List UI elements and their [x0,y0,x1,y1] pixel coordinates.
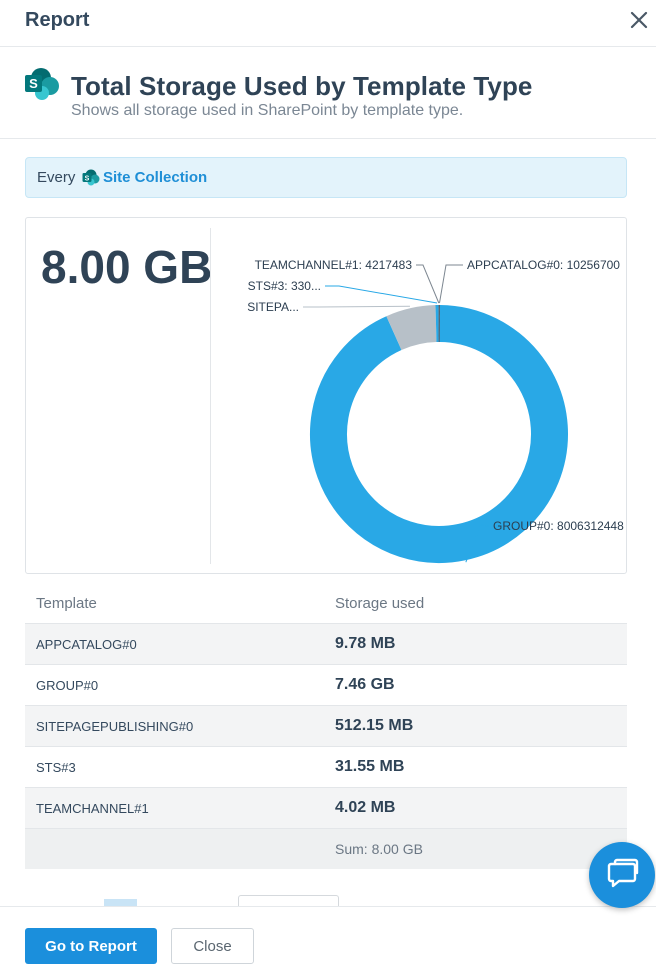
column-header-storage: Storage used [335,595,425,612]
svg-text:S: S [85,175,90,182]
data-label: TEAMCHANNEL#1: 4217483 [255,258,413,272]
donut-slice-group-0 [310,305,568,563]
sum-value: Sum: 8.00 GB [335,841,423,857]
template-cell: SITEPAGEPUBLISHING#0 [36,719,194,734]
data-label: APPCATALOG#0: 10256700 [467,258,620,272]
report-subtitle: Shows all storage used in SharePoint by … [71,102,464,119]
data-label: SITEPA... [247,300,299,314]
template-cell: TEAMCHANNEL#1 [36,801,149,816]
close-icon[interactable] [626,7,652,33]
dialog-footer: Go to Report Close [0,906,656,974]
total-storage-value: 8.00 GB [41,241,213,293]
data-label: GROUP#0: 8006312448 [493,519,624,533]
chat-bubble-icon [607,858,639,888]
leader-line [416,264,440,304]
site-collection-link[interactable]: Site Collection [103,169,207,186]
dialog-title: Report [25,9,90,31]
scope-filter-bar: Every S Site Collection [25,157,627,198]
storage-cell: 31.55 MB [335,758,405,775]
go-to-report-button[interactable]: Go to Report [25,928,157,964]
template-cell: STS#3 [36,760,76,775]
sharepoint-logo-icon: S [25,68,59,100]
report-title: Total Storage Used by Template Type [71,71,533,101]
storage-donut-chart: APPCATALOG#0: 10256700 GROUP#0: 800631244… [247,258,624,563]
svg-text:S: S [29,76,38,91]
leader-line [438,264,463,304]
table-sum-row: Sum: 8.00 GB [25,829,627,869]
storage-table: Template Storage used APPCATALOG#0 9.78 … [25,584,627,869]
table-row: GROUP#0 7.46 GB [25,665,627,706]
storage-cell: 512.15 MB [335,717,414,734]
template-cell: APPCATALOG#0 [36,637,137,652]
filter-prefix: Every [37,169,76,186]
close-button[interactable]: Close [171,928,254,964]
donut-slice-sitepagepublishing-0 [386,305,438,351]
storage-cell: 9.78 MB [335,635,396,652]
sharepoint-site-icon: S [82,169,100,186]
leader-line [325,285,438,304]
chart-card: 8.00 GB APPCATALOG#0: 10256700 GROUP#0: 8… [25,217,627,574]
table-row: TEAMCHANNEL#1 4.02 MB [25,788,627,829]
chat-button[interactable] [589,842,655,908]
dialog-header: Report [0,0,656,47]
storage-cell: 4.02 MB [335,799,396,816]
report-heading: S Total Storage Used by Template Type Sh… [0,47,656,139]
leader-line [303,305,410,308]
data-label: STS#3: 330... [248,279,321,293]
table-header-row: Template Storage used [25,584,627,624]
table-row: APPCATALOG#0 9.78 MB [25,624,627,665]
storage-cell: 7.46 GB [335,676,395,693]
table-row: SITEPAGEPUBLISHING#0 512.15 MB [25,706,627,747]
table-row: STS#3 31.55 MB [25,747,627,788]
column-header-template: Template [36,595,97,612]
template-cell: GROUP#0 [36,678,99,693]
